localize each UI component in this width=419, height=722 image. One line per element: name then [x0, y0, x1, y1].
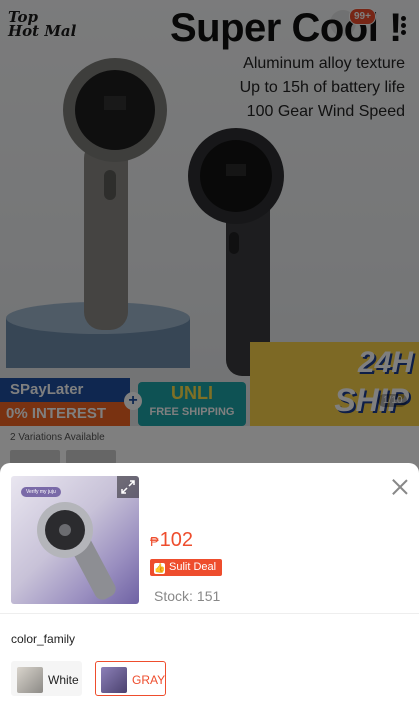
option-gray-selected[interactable]: GRAY: [95, 661, 166, 696]
expand-icon[interactable]: [117, 476, 139, 498]
stock-info: Stock: 151: [150, 588, 220, 604]
variation-bottom-sheet: Verify my juju ₱102 👍 Sulit Deal Stock: 15…: [0, 463, 419, 722]
deal-label: Sulit Deal: [169, 561, 217, 573]
option-group-label: color_family: [11, 632, 76, 646]
option-label: White: [48, 673, 79, 687]
price-currency: ₱: [150, 534, 159, 549]
price-value: 102: [159, 529, 194, 551]
sulit-deal-badge: 👍 Sulit Deal: [150, 559, 223, 576]
close-icon[interactable]: [388, 475, 412, 499]
selected-variation-image[interactable]: Verify my juju: [11, 476, 139, 604]
thumbnail-tag: Verify my juju: [21, 487, 61, 497]
option-white[interactable]: White: [11, 661, 82, 696]
stock-label: Stock:: [154, 588, 193, 604]
option-swatch: [101, 667, 127, 693]
stock-value: 151: [196, 588, 221, 604]
option-label: GRAY: [132, 673, 166, 687]
option-swatch: [17, 667, 43, 693]
thumbs-up-icon: 👍: [154, 563, 166, 574]
price: ₱102: [150, 529, 193, 552]
divider: [0, 613, 419, 614]
